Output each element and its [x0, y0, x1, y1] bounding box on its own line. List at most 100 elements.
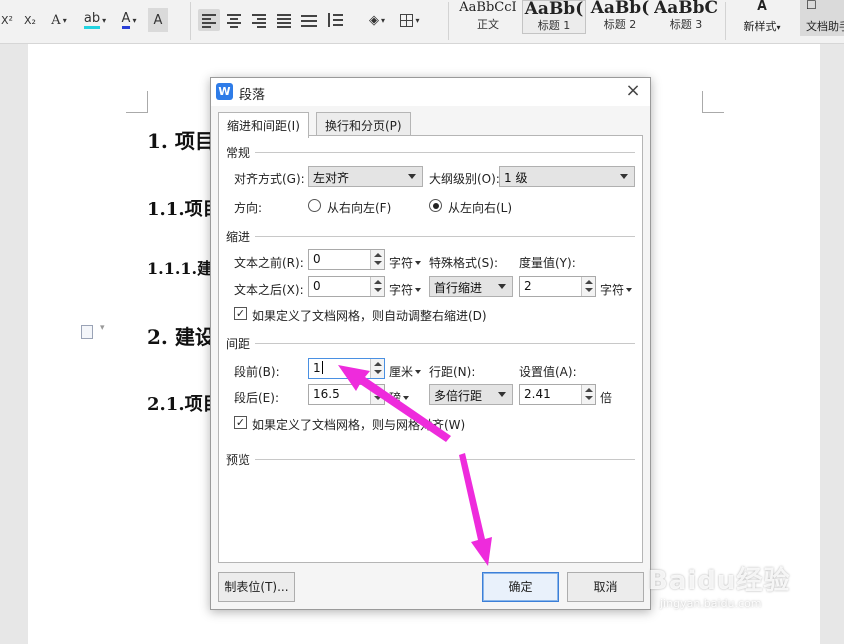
style-normal[interactable]: AaBbCcI 正文	[456, 0, 520, 34]
style-sample: AaBb(	[524, 1, 584, 19]
rtl-radio[interactable]	[308, 199, 321, 212]
rtl-label[interactable]: 从右向左(F)	[327, 199, 391, 216]
snap-to-grid-checkbox[interactable]: ✓	[234, 416, 247, 429]
justify-button[interactable]	[273, 9, 295, 31]
close-button[interactable]: ×	[622, 80, 644, 102]
space-before-unit-text: 厘米	[389, 365, 414, 379]
line-spacing-select[interactable]: 多倍行距	[429, 384, 513, 405]
outline-level-value: 1 级	[504, 171, 528, 185]
toolbar-divider	[725, 2, 726, 40]
font-effect-button[interactable]: A ▾	[48, 8, 70, 32]
setting-value-input[interactable]: 2.41	[519, 384, 596, 405]
new-style-icon: 𝐀	[757, 0, 767, 14]
spinner-buttons[interactable]	[581, 385, 595, 404]
style-heading-1[interactable]: AaBb( 标题 1	[522, 0, 586, 34]
chevron-down-icon	[408, 174, 416, 179]
alignment-select[interactable]: 左对齐	[308, 166, 423, 187]
align-center-button[interactable]	[223, 9, 245, 31]
spin-up-icon	[374, 280, 382, 284]
document-heading-2[interactable]: 2. 建设	[147, 321, 215, 350]
paragraph-menu-icon[interactable]	[81, 325, 93, 339]
spin-down-icon	[374, 261, 382, 265]
indent-after-unit[interactable]: 字符	[389, 281, 422, 298]
auto-right-indent-checkbox[interactable]: ✓	[234, 307, 247, 320]
group-divider	[255, 343, 635, 344]
snap-to-grid-label[interactable]: 如果定义了文档网格，则与网格对齐(W)	[252, 416, 465, 433]
space-after-input[interactable]: 16.5	[308, 384, 385, 405]
chevron-down-icon: ▾	[100, 323, 105, 333]
spin-up-icon	[374, 388, 382, 392]
tab-stops-button[interactable]: 制表位(T)...	[218, 572, 295, 602]
group-title-preview: 预览	[226, 453, 251, 467]
spinner-buttons[interactable]	[370, 250, 384, 269]
borders-button[interactable]: ▾	[396, 8, 424, 32]
indent-before-input[interactable]: 0	[308, 249, 385, 270]
spin-up-icon	[374, 362, 382, 366]
indent-after-unit-text: 字符	[389, 283, 414, 297]
spinner-buttons[interactable]	[370, 385, 384, 404]
dialog-title: 段落	[239, 88, 266, 103]
space-after-label: 段后(E):	[234, 391, 279, 405]
style-heading-2[interactable]: AaBb( 标题 2	[588, 0, 652, 34]
chevron-down-icon	[415, 288, 422, 292]
special-format-label: 特殊格式(S):	[429, 256, 499, 270]
new-style-button[interactable]: 𝐀 新样式▾	[732, 0, 792, 34]
group-title-general: 常规	[226, 146, 251, 160]
ltr-radio[interactable]	[429, 199, 442, 212]
document-heading-1[interactable]: 1. 项目	[147, 125, 215, 154]
line-spacing-button[interactable]	[325, 9, 353, 31]
spinner-buttons[interactable]	[370, 277, 384, 296]
chevron-down-icon	[626, 288, 633, 292]
group-divider	[255, 459, 635, 460]
style-heading-3[interactable]: AaBbC 标题 3	[654, 0, 718, 34]
measure-unit[interactable]: 字符	[600, 281, 633, 298]
indent-after-value: 0	[313, 279, 321, 293]
toolbar-divider	[448, 2, 449, 40]
chevron-down-icon	[403, 396, 410, 400]
paragraph-dialog: W 段落 × 缩进和间距(I) 换行和分页(P) 常规 对齐方式(G): 左对齐…	[210, 77, 651, 610]
document-heading-1-1-1[interactable]: 1.1.1.建	[147, 255, 213, 279]
align-right-button[interactable]	[248, 9, 270, 31]
space-before-unit[interactable]: 厘米	[389, 363, 422, 380]
ok-button[interactable]: 确定	[482, 572, 559, 602]
setting-value-unit: 倍	[600, 391, 613, 405]
ltr-label[interactable]: 从左向右(L)	[448, 199, 512, 216]
cancel-button[interactable]: 取消	[567, 572, 644, 602]
tab-line-page-breaks[interactable]: 换行和分页(P)	[316, 112, 411, 136]
superscript-button[interactable]: X²	[0, 8, 14, 32]
spin-down-icon	[374, 396, 382, 400]
font-color-button[interactable]: A ▾	[116, 8, 142, 32]
space-after-unit[interactable]: 磅	[389, 389, 410, 406]
tab-indent-spacing[interactable]: 缩进和间距(I)	[218, 112, 309, 138]
preview-area	[226, 468, 635, 558]
char-shading-button[interactable]: A	[148, 8, 168, 32]
measure-input[interactable]: 2	[519, 276, 596, 297]
spinner-buttons[interactable]	[581, 277, 595, 296]
doc-assistant-button[interactable]: ☐ 文档助手	[800, 0, 844, 36]
dialog-titlebar[interactable]: W 段落 ×	[211, 78, 650, 106]
ribbon-toolbar: X² X₂ A ▾ ab ▾ A ▾ A ◈ ▾ ▾ AaBbCcI 正文 AaB	[0, 0, 844, 44]
doc-assistant-label: 文档助手	[806, 20, 844, 33]
special-format-value: 首行缩进	[434, 281, 483, 295]
margin-corner-top-right	[702, 91, 724, 113]
style-sample: AaBbCcI	[459, 0, 517, 15]
indent-before-unit[interactable]: 字符	[389, 254, 422, 271]
subscript-button[interactable]: X₂	[20, 8, 40, 32]
alignment-value: 左对齐	[313, 171, 350, 185]
distribute-button[interactable]	[298, 9, 320, 31]
align-left-button[interactable]	[198, 9, 220, 31]
space-before-input[interactable]: 1	[308, 358, 385, 379]
auto-right-indent-label[interactable]: 如果定义了文档网格，则自动调整右缩进(D)	[252, 307, 487, 324]
highlight-button[interactable]: ab ▾	[82, 8, 108, 32]
measure-label: 度量值(Y):	[519, 256, 576, 270]
highlight-icon: ab	[83, 11, 101, 29]
spin-up-icon	[585, 280, 593, 284]
special-format-select[interactable]: 首行缩进	[429, 276, 513, 297]
spin-up-icon	[585, 388, 593, 392]
chevron-down-icon	[498, 392, 506, 397]
outline-level-select[interactable]: 1 级	[499, 166, 635, 187]
indent-after-input[interactable]: 0	[308, 276, 385, 297]
spinner-buttons[interactable]	[370, 359, 384, 378]
shading-button[interactable]: ◈ ▾	[362, 8, 392, 32]
paint-bucket-icon: ◈	[368, 12, 379, 28]
